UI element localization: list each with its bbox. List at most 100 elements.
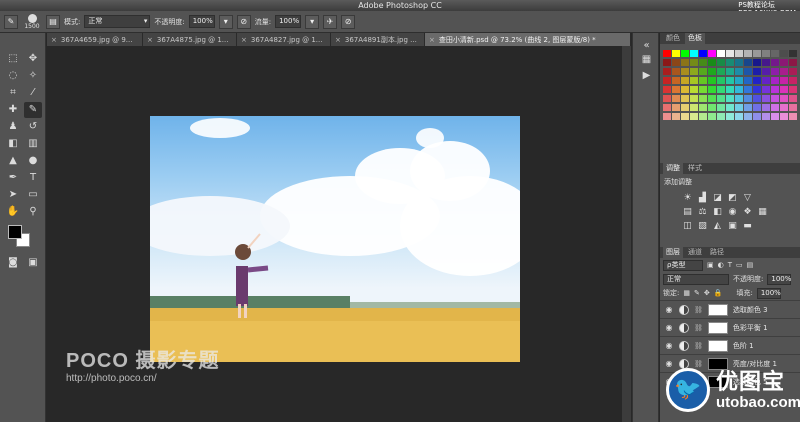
flow-field[interactable]: 100% xyxy=(275,15,302,28)
swatch-cell[interactable] xyxy=(789,68,797,75)
swatch-cell[interactable] xyxy=(744,113,752,120)
gradient-tool-icon[interactable]: ▥ xyxy=(24,136,42,152)
swatch-cell[interactable] xyxy=(726,50,734,57)
swatch-cell[interactable] xyxy=(708,59,716,66)
lock-all-icon[interactable]: 🔒 xyxy=(714,289,723,297)
quick-select-tool-icon[interactable]: ✧ xyxy=(24,68,42,84)
tab-layers[interactable]: 图层 xyxy=(663,247,683,258)
swatch-cell[interactable] xyxy=(699,104,707,111)
opacity-dropdown-icon[interactable]: ▾ xyxy=(218,14,233,29)
swatch-cell[interactable] xyxy=(708,113,716,120)
marquee-tool-icon[interactable]: ⬚ xyxy=(4,51,22,67)
swatch-cell[interactable] xyxy=(735,95,743,102)
tab-document-active[interactable]: × 查田小清新.psd @ 73.2% (曲线 2, 图层蒙版/8) * xyxy=(425,33,631,46)
actions-icon[interactable]: ▶ xyxy=(640,69,653,82)
swatch-cell[interactable] xyxy=(717,113,725,120)
swatch-cell[interactable] xyxy=(753,86,761,93)
swatch-cell[interactable] xyxy=(771,113,779,120)
threshold-icon[interactable]: ◭ xyxy=(712,221,723,232)
eye-icon[interactable]: ◉ xyxy=(664,305,674,314)
tab-document-1[interactable]: × 367A4659.jpg @ 9... xyxy=(47,33,143,46)
pressure-size-icon[interactable]: ⊘ xyxy=(341,14,356,29)
swatch-cell[interactable] xyxy=(681,68,689,75)
tab-document-4[interactable]: × 367A4891副本.jpg ... xyxy=(331,33,425,46)
move-tool-icon[interactable]: ✥ xyxy=(24,51,42,67)
swatch-cell[interactable] xyxy=(735,113,743,120)
swatch-cell[interactable] xyxy=(717,68,725,75)
swatch-cell[interactable] xyxy=(726,113,734,120)
swatch-cell[interactable] xyxy=(780,68,788,75)
lock-position-icon[interactable]: ✥ xyxy=(704,289,710,297)
color-lookup-icon[interactable]: ▦ xyxy=(757,207,768,218)
vibrance-icon[interactable]: ▽ xyxy=(742,193,753,204)
swatch-cell[interactable] xyxy=(789,113,797,120)
swatch-cell[interactable] xyxy=(663,77,671,84)
vertical-scrollbar[interactable] xyxy=(622,46,631,422)
swatch-cell[interactable] xyxy=(726,104,734,111)
lasso-tool-icon[interactable]: ◌ xyxy=(4,68,22,84)
swatch-cell[interactable] xyxy=(726,68,734,75)
eye-icon[interactable]: ◉ xyxy=(664,323,674,332)
filter-type-icon[interactable]: T xyxy=(728,261,732,269)
swatch-cell[interactable] xyxy=(735,77,743,84)
swatch-cell[interactable] xyxy=(762,104,770,111)
swatch-cell[interactable] xyxy=(699,68,707,75)
swatch-cell[interactable] xyxy=(663,113,671,120)
swatch-cell[interactable] xyxy=(672,77,680,84)
layer-row[interactable]: ◉ ⛓ 色彩平衡 1 xyxy=(660,318,800,336)
swatch-cell[interactable] xyxy=(789,86,797,93)
swatch-cell[interactable] xyxy=(762,68,770,75)
photo-filter-icon[interactable]: ◉ xyxy=(727,207,738,218)
swatch-cell[interactable] xyxy=(672,95,680,102)
swatch-cell[interactable] xyxy=(744,104,752,111)
swatch-cell[interactable] xyxy=(681,113,689,120)
layer-mask-thumb[interactable] xyxy=(707,321,728,334)
swatch-cell[interactable] xyxy=(753,68,761,75)
tab-paths[interactable]: 路径 xyxy=(707,247,727,258)
swatch-cell[interactable] xyxy=(663,50,671,57)
swatch-cell[interactable] xyxy=(672,86,680,93)
swatch-cell[interactable] xyxy=(672,113,680,120)
swatch-cell[interactable] xyxy=(699,59,707,66)
swatch-cell[interactable] xyxy=(753,77,761,84)
swatch-cell[interactable] xyxy=(789,77,797,84)
swatch-cell[interactable] xyxy=(699,77,707,84)
crop-tool-icon[interactable]: ⌗ xyxy=(4,85,22,101)
filter-adjust-icon[interactable]: ◐ xyxy=(718,261,724,269)
swatch-cell[interactable] xyxy=(771,104,779,111)
swatch-cell[interactable] xyxy=(663,59,671,66)
tab-swatches[interactable]: 色板 xyxy=(685,33,705,44)
swatch-cell[interactable] xyxy=(735,104,743,111)
swatch-cell[interactable] xyxy=(771,86,779,93)
swatch-cell[interactable] xyxy=(780,50,788,57)
swatch-cell[interactable] xyxy=(699,50,707,57)
blur-tool-icon[interactable]: ▲ xyxy=(4,153,22,169)
eye-icon[interactable]: ◉ xyxy=(664,341,674,350)
swatch-cell[interactable] xyxy=(708,104,716,111)
close-icon[interactable]: × xyxy=(241,36,247,44)
swatch-cell[interactable] xyxy=(780,104,788,111)
swatch-cell[interactable] xyxy=(717,95,725,102)
swatch-cell[interactable] xyxy=(789,50,797,57)
tab-styles[interactable]: 样式 xyxy=(685,163,705,174)
swatch-cell[interactable] xyxy=(726,77,734,84)
swatch-cell[interactable] xyxy=(708,86,716,93)
layer-row[interactable]: ◉ ⛓ 色阶 1 xyxy=(660,336,800,354)
swatch-cell[interactable] xyxy=(690,86,698,93)
brush-panel-toggle-icon[interactable]: ▤ xyxy=(46,14,60,29)
swatch-cell[interactable] xyxy=(762,77,770,84)
swatch-cell[interactable] xyxy=(672,104,680,111)
swatch-cell[interactable] xyxy=(744,95,752,102)
swatch-cell[interactable] xyxy=(699,95,707,102)
swatch-cell[interactable] xyxy=(771,77,779,84)
swatch-cell[interactable] xyxy=(762,113,770,120)
hue-saturation-icon[interactable]: ▤ xyxy=(682,207,693,218)
blend-mode-select[interactable]: 正常 xyxy=(663,273,729,285)
swatch-cell[interactable] xyxy=(708,95,716,102)
healing-tool-icon[interactable]: ✚ xyxy=(4,102,22,118)
swatch-cell[interactable] xyxy=(699,113,707,120)
swatch-cell[interactable] xyxy=(735,59,743,66)
swatch-cell[interactable] xyxy=(726,59,734,66)
swatch-cell[interactable] xyxy=(690,113,698,120)
swatch-cell[interactable] xyxy=(771,59,779,66)
